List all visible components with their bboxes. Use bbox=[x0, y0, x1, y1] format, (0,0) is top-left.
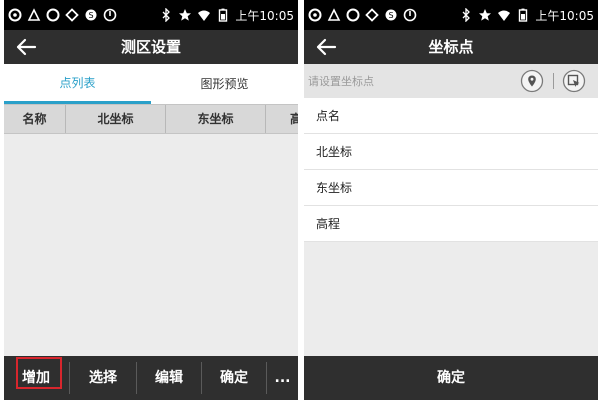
notification-icon bbox=[8, 8, 22, 22]
notification-icon: S bbox=[384, 8, 398, 22]
notification-icons: S bbox=[308, 7, 417, 23]
coordinate-form: 点名 北坐标 东坐标 高程 bbox=[304, 98, 598, 242]
location-pin-icon bbox=[520, 69, 544, 93]
title-bar: 坐标点 bbox=[304, 30, 598, 64]
notification-icon bbox=[327, 8, 341, 22]
survey-area-settings-screen: S 上午10:05 测区设置 点列表 图形预览 名称 北坐标 东坐标 高 增加 … bbox=[4, 0, 298, 400]
column-header-east[interactable]: 东坐标 bbox=[166, 105, 266, 133]
system-icons: 上午10:05 bbox=[459, 7, 594, 23]
elevation-field[interactable]: 高程 bbox=[304, 206, 598, 242]
title-bar: 测区设置 bbox=[4, 30, 298, 64]
system-icons: 上午10:05 bbox=[159, 7, 294, 23]
back-arrow-icon bbox=[16, 38, 37, 56]
clock: 上午10:05 bbox=[235, 8, 294, 23]
svg-text:S: S bbox=[388, 11, 393, 20]
tab-bar: 点列表 图形预览 bbox=[4, 64, 298, 104]
tab-graphic-preview[interactable]: 图形预览 bbox=[151, 64, 298, 104]
bottom-toolbar: 增加 选择 编辑 确定 ... bbox=[4, 356, 298, 400]
coordinate-search-row bbox=[304, 64, 598, 98]
svg-text:S: S bbox=[88, 11, 93, 20]
field-label: 北坐标 bbox=[316, 145, 353, 159]
notification-icons: S bbox=[8, 7, 117, 23]
page-title: 测区设置 bbox=[120, 38, 181, 56]
select-point-button[interactable] bbox=[562, 69, 586, 93]
notification-icon bbox=[65, 8, 79, 22]
back-button[interactable] bbox=[6, 30, 46, 64]
bluetooth-icon bbox=[459, 8, 473, 22]
column-header-name[interactable]: 名称 bbox=[4, 105, 66, 133]
column-header-elevation[interactable]: 高 bbox=[266, 105, 298, 133]
notification-icon bbox=[46, 8, 60, 22]
star-icon bbox=[478, 8, 492, 22]
coordinate-point-input[interactable] bbox=[308, 70, 508, 92]
empty-area bbox=[304, 242, 598, 356]
star-icon bbox=[178, 8, 192, 22]
notification-icon bbox=[308, 8, 322, 22]
confirm-button[interactable]: 确定 bbox=[202, 356, 266, 400]
notification-icon bbox=[346, 8, 360, 22]
highlight-box bbox=[16, 357, 62, 389]
page-title: 坐标点 bbox=[428, 38, 474, 56]
select-point-icon bbox=[562, 69, 586, 93]
table-header: 名称 北坐标 东坐标 高 bbox=[4, 104, 298, 134]
clock: 上午10:05 bbox=[535, 8, 594, 23]
coordinate-point-screen: S 上午10:05 坐标点 点名 北坐标 东坐标 高程 bbox=[304, 0, 598, 400]
status-bar: S 上午10:05 bbox=[304, 0, 598, 30]
confirm-button[interactable]: 确定 bbox=[304, 356, 598, 400]
bluetooth-icon bbox=[159, 8, 173, 22]
wifi-icon bbox=[197, 8, 211, 22]
notification-icon bbox=[103, 8, 117, 22]
bottom-toolbar: 确定 bbox=[304, 356, 598, 400]
notification-icon bbox=[365, 8, 379, 22]
notification-icon: S bbox=[84, 8, 98, 22]
status-bar: S 上午10:05 bbox=[4, 0, 298, 30]
notification-icon bbox=[27, 8, 41, 22]
battery-icon bbox=[216, 8, 230, 22]
column-header-north[interactable]: 北坐标 bbox=[66, 105, 166, 133]
battery-icon bbox=[516, 8, 530, 22]
more-button[interactable]: ... bbox=[267, 356, 298, 400]
field-label: 东坐标 bbox=[316, 181, 353, 195]
notification-icon bbox=[403, 8, 417, 22]
back-button[interactable] bbox=[306, 30, 346, 64]
location-pin-button[interactable] bbox=[520, 69, 544, 93]
wifi-icon bbox=[497, 8, 511, 22]
east-coordinate-field[interactable]: 东坐标 bbox=[304, 170, 598, 206]
field-label: 点名 bbox=[316, 109, 341, 123]
back-arrow-icon bbox=[316, 38, 337, 56]
tab-point-list[interactable]: 点列表 bbox=[4, 64, 151, 104]
point-table-body[interactable] bbox=[4, 134, 298, 356]
point-name-field[interactable]: 点名 bbox=[304, 98, 598, 134]
north-coordinate-field[interactable]: 北坐标 bbox=[304, 134, 598, 170]
divider bbox=[553, 73, 554, 89]
select-button[interactable]: 选择 bbox=[70, 356, 136, 400]
edit-button[interactable]: 编辑 bbox=[137, 356, 201, 400]
field-label: 高程 bbox=[316, 217, 341, 231]
